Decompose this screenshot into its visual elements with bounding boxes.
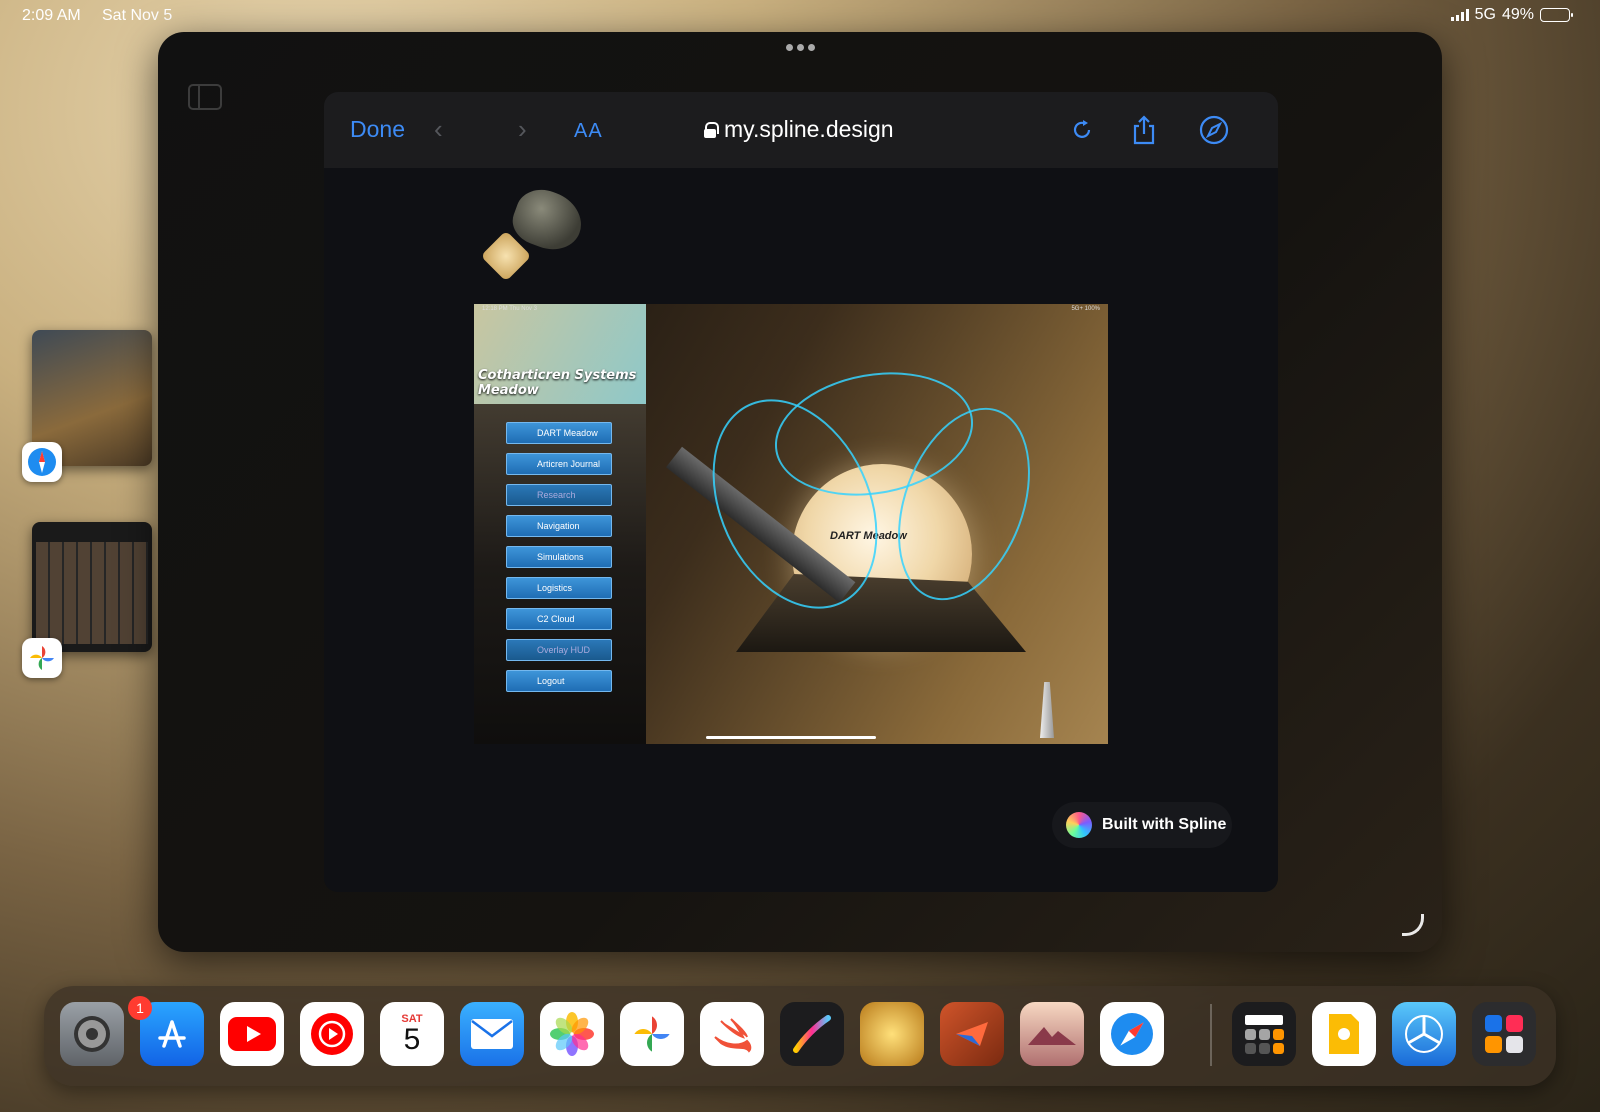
address-bar[interactable]: my.spline.design	[704, 116, 894, 143]
status-indicators: 5G 49%	[1450, 6, 1573, 24]
forward-chevron-icon[interactable]: ›	[518, 114, 527, 145]
menu-item-dart-meadow: DART Meadow	[506, 422, 612, 444]
status-time: 2:09 AM	[22, 7, 81, 24]
resize-handle-icon[interactable]	[1402, 914, 1424, 936]
menu-item-articren-journal: Articren Journal	[506, 453, 612, 475]
app-window: Done ‹ › AA my.spline.design 12:18 PM Th…	[158, 32, 1442, 952]
back-chevron-icon[interactable]: ‹	[434, 114, 443, 145]
cellular-signal-icon	[1450, 9, 1469, 21]
safari-icon[interactable]	[1100, 1002, 1164, 1066]
embedded-status-right: 5G+ 100%	[1071, 306, 1100, 312]
status-date: Sat Nov 5	[102, 7, 173, 24]
reload-icon[interactable]	[1064, 112, 1100, 148]
menu-item-logistics: Logistics	[506, 577, 612, 599]
text-size-button[interactable]: AA	[574, 120, 603, 143]
safari-view-controller: Done ‹ › AA my.spline.design 12:18 PM Th…	[324, 92, 1278, 892]
app-library-icon[interactable]	[1472, 1002, 1536, 1066]
safari-toolbar: Done ‹ › AA my.spline.design	[324, 92, 1278, 168]
calendar-icon[interactable]: SAT 5	[380, 1002, 444, 1066]
youtube-music-icon[interactable]	[300, 1002, 364, 1066]
battery-percent: 49%	[1501, 6, 1534, 23]
google-photos-icon[interactable]	[620, 1002, 684, 1066]
menu-item-logout: Logout	[506, 670, 612, 692]
settings-icon[interactable]: 1	[60, 996, 152, 1066]
google-photos-app-icon[interactable]	[22, 638, 62, 678]
calculator-icon[interactable]	[1232, 1002, 1296, 1066]
lock-icon	[704, 121, 719, 138]
dock-divider	[1210, 1004, 1212, 1066]
done-button[interactable]: Done	[350, 116, 405, 143]
swift-playgrounds-icon[interactable]	[700, 1002, 764, 1066]
battery-icon	[1540, 8, 1573, 22]
cotharticren-icon[interactable]	[940, 1002, 1004, 1066]
status-bar: 2:09 AM Sat Nov 5 5G 49%	[0, 0, 1600, 32]
calendar-date-label: 5	[403, 1023, 421, 1056]
share-icon[interactable]	[1126, 112, 1162, 148]
spline-canvas[interactable]: 12:18 PM Thu Nov 3 5G+ 100% Cotharticren…	[324, 168, 1278, 892]
menu-item-overlay-hud: Overlay HUD	[506, 639, 612, 661]
youtube-icon[interactable]	[220, 1002, 284, 1066]
notification-badge: 1	[128, 996, 152, 1020]
built-with-spline-button[interactable]: Built with Spline	[1052, 802, 1232, 848]
menu-item-c2-cloud: C2 Cloud	[506, 608, 612, 630]
multitasking-menu-icon[interactable]	[786, 44, 815, 51]
embedded-title: Cotharticren Systems Meadow	[478, 368, 637, 398]
embedded-app-screenshot: 12:18 PM Thu Nov 3 5G+ 100% Cotharticren…	[474, 304, 1108, 744]
photos-icon[interactable]	[540, 1002, 604, 1066]
sidebar-toggle-icon[interactable]	[188, 84, 222, 110]
url-text: my.spline.design	[724, 116, 894, 142]
embedded-status-time: 12:18 PM Thu Nov 3	[482, 306, 537, 312]
spline-logo-icon	[1066, 812, 1092, 838]
built-with-spline-label: Built with Spline	[1102, 816, 1227, 833]
network-type: 5G	[1474, 6, 1496, 23]
mail-icon[interactable]	[460, 1002, 524, 1066]
slideover-photos-thumbnail[interactable]	[32, 522, 152, 652]
menu-item-simulations: Simulations	[506, 546, 612, 568]
procreate-icon[interactable]	[780, 1002, 844, 1066]
embedded-menu: DART Meadow Articren Journal Research Na…	[506, 422, 612, 701]
dock: 1 SAT 5	[44, 986, 1556, 1086]
tower-object	[1040, 682, 1054, 738]
testflight-icon[interactable]	[1392, 1002, 1456, 1066]
dart-meadow-icon[interactable]	[860, 1002, 924, 1066]
embedded-home-indicator	[706, 736, 876, 739]
menu-item-navigation: Navigation	[506, 515, 612, 537]
keynote-icon[interactable]	[1312, 1002, 1376, 1066]
journey-icon[interactable]	[1020, 1002, 1084, 1066]
menu-item-research: Research	[506, 484, 612, 506]
compass-icon[interactable]	[1196, 112, 1232, 148]
safari-app-icon[interactable]	[22, 442, 62, 482]
